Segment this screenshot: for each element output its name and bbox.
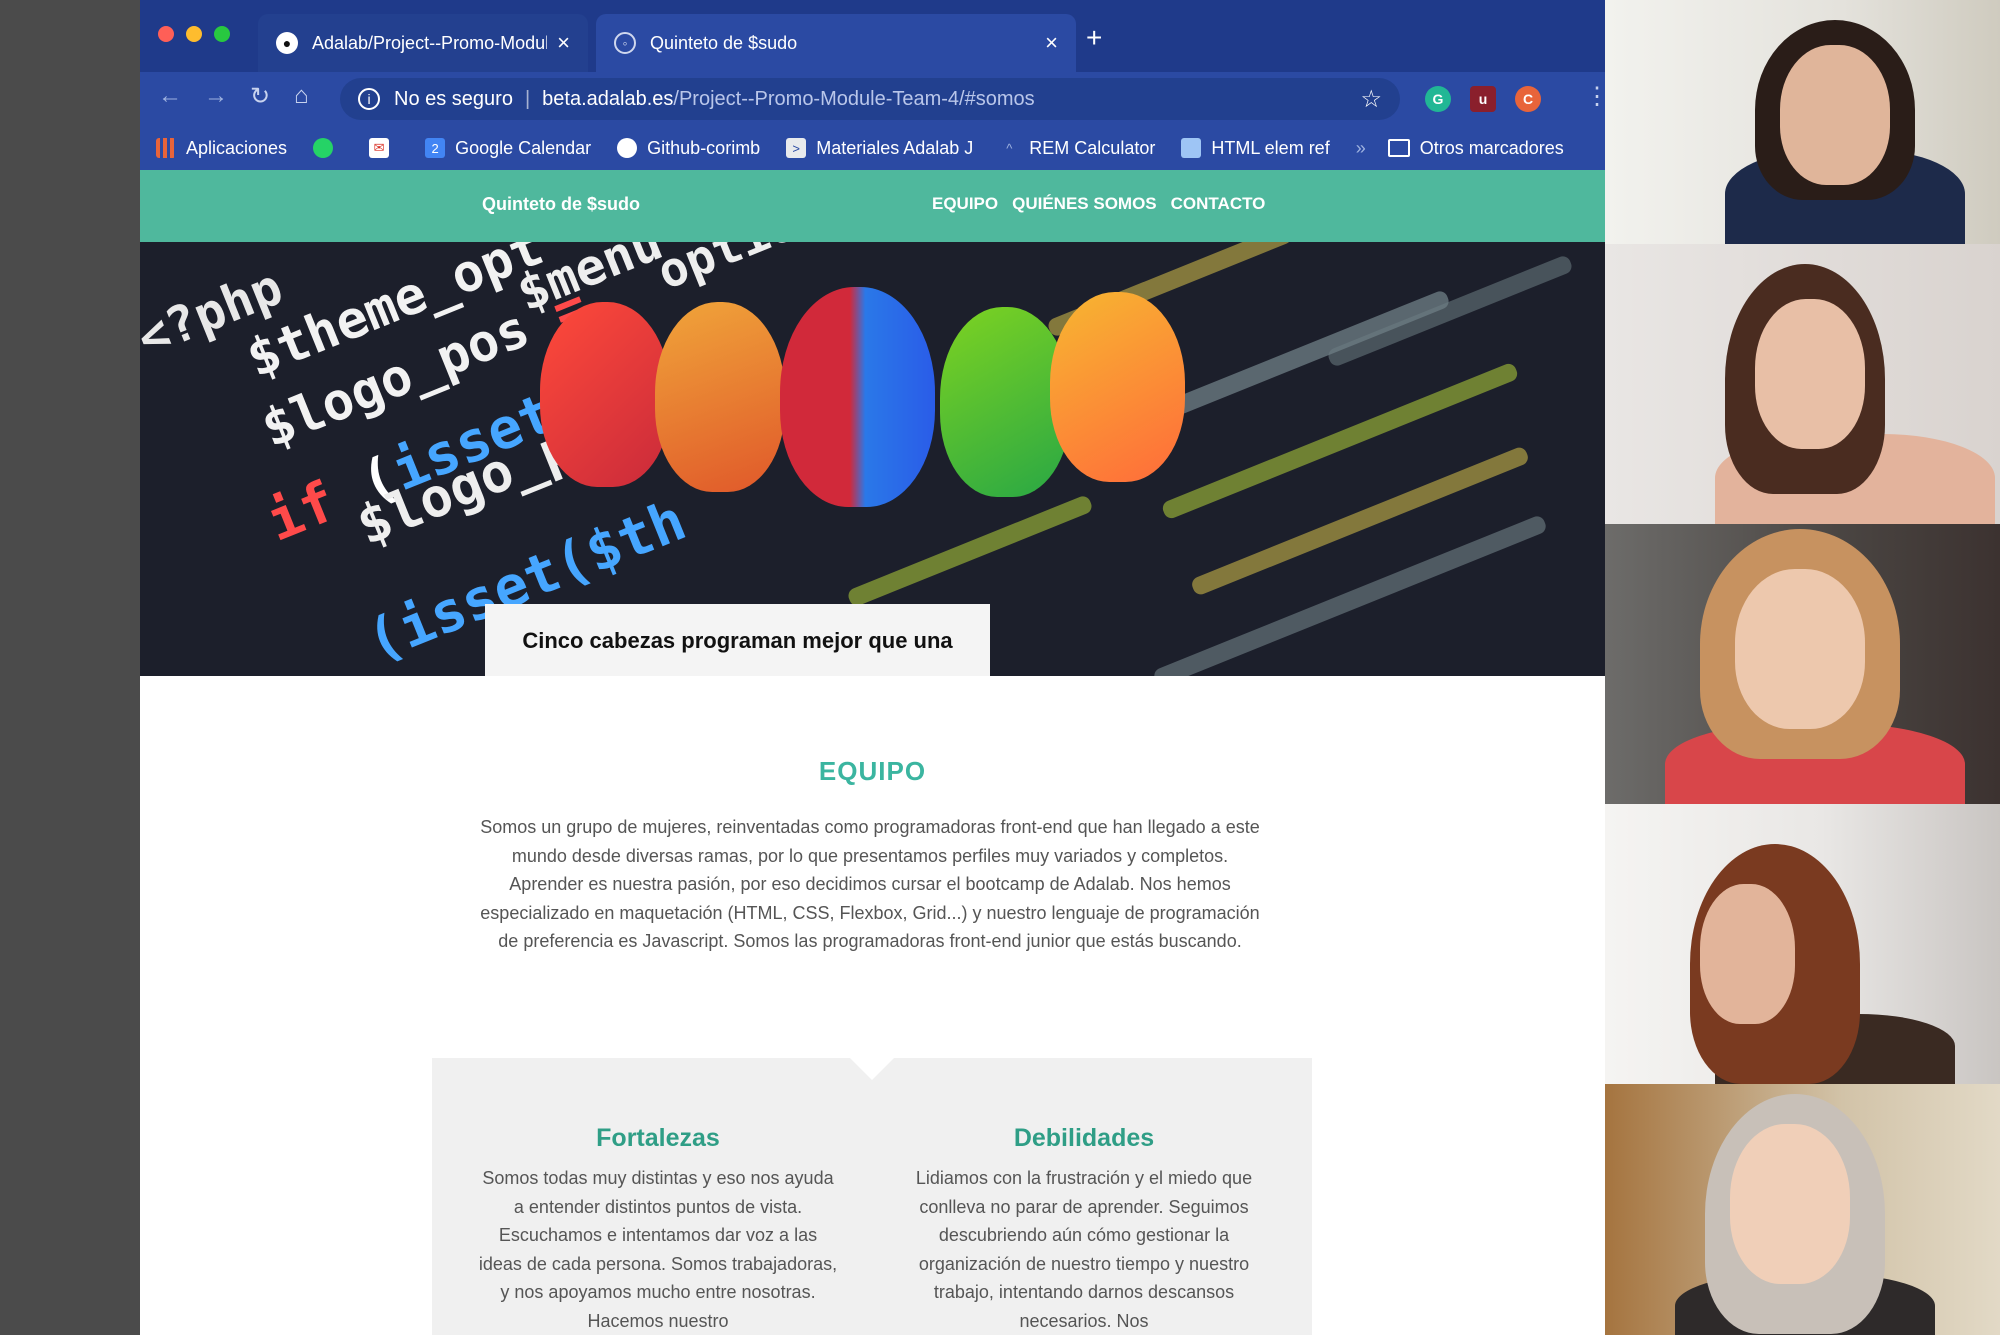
menu-kebab-icon[interactable]: ⋮ bbox=[1585, 82, 1605, 111]
bookmark-other[interactable]: Otros marcadores bbox=[1387, 137, 1564, 159]
new-tab-icon[interactable]: + bbox=[1086, 22, 1102, 54]
apps-icon bbox=[156, 138, 176, 158]
github-icon: ● bbox=[276, 32, 298, 54]
browser-window: ● Adalab/Project--Promo-Modul × ◦ Quinte… bbox=[140, 0, 1605, 1335]
mail-icon: ✉ bbox=[369, 138, 390, 158]
participant-video bbox=[1605, 0, 2000, 244]
bookmark-apps[interactable]: Aplicaciones bbox=[156, 138, 287, 159]
section-title: EQUIPO bbox=[818, 756, 927, 786]
calc-icon: ^ bbox=[1006, 140, 1013, 156]
nav-equipo[interactable]: EQUIPO bbox=[932, 194, 998, 214]
participant-video bbox=[1605, 244, 2000, 524]
browser-toolbar: ← → ↻ ⌂ i No es seguro | beta.adalab.es … bbox=[140, 72, 1605, 126]
hero-blur-line bbox=[1326, 253, 1574, 369]
weaknesses-title: Debilidades bbox=[1013, 1124, 1155, 1152]
bookmark-label: Github-corimb bbox=[647, 137, 761, 158]
profile-avatar[interactable]: C bbox=[1515, 86, 1541, 112]
team-member-face bbox=[540, 302, 670, 487]
participant-video bbox=[1605, 524, 2000, 804]
bookmark-materiales[interactable]: > Materiales Adalab J bbox=[786, 138, 973, 159]
minimize-window-button[interactable] bbox=[186, 26, 202, 42]
bookmark-star-icon[interactable]: ☆ bbox=[1360, 85, 1382, 114]
bookmark-label: HTML elem ref bbox=[1211, 137, 1330, 158]
security-label: No es seguro bbox=[394, 87, 513, 110]
strengths-body: Somos todas muy distintas y eso nos ayud… bbox=[478, 1168, 838, 1331]
strengths-title: Fortalezas bbox=[596, 1124, 720, 1152]
bookmark-label: Otros marcadores bbox=[1419, 137, 1564, 158]
left-gutter bbox=[0, 0, 140, 1335]
hero-caption: Cinco cabezas programan mejor que una bbox=[485, 604, 990, 676]
home-icon[interactable]: ⌂ bbox=[294, 82, 309, 110]
github-icon bbox=[617, 138, 638, 158]
site-nav: EQUIPO QUIÉNES SOMOS CONTACTO bbox=[932, 194, 1265, 214]
participant-video bbox=[1605, 1084, 2000, 1335]
ublock-icon[interactable]: u bbox=[1470, 86, 1496, 112]
html-icon bbox=[1181, 138, 1202, 158]
maximize-window-button[interactable] bbox=[214, 26, 230, 42]
bookmark-whatsapp[interactable] bbox=[313, 138, 343, 158]
strengths-weaknesses-panel: Fortalezas Somos todas muy distintas y e… bbox=[432, 1058, 1312, 1335]
participant-face bbox=[1735, 569, 1865, 729]
address-bar[interactable]: i No es seguro | beta.adalab.es /Project… bbox=[340, 78, 1400, 120]
bookmark-label: Aplicaciones bbox=[186, 137, 288, 158]
close-tab-icon[interactable]: × bbox=[1045, 30, 1058, 56]
globe-icon: ◦ bbox=[614, 32, 636, 54]
bookmarks-bar: Aplicaciones ✉ 2 Google Calendar Github-… bbox=[140, 126, 1605, 170]
url-path: /Project--Promo-Module-Team-4/#somos bbox=[673, 87, 1035, 110]
bookmark-rem[interactable]: ^ REM Calculator bbox=[999, 138, 1155, 159]
close-window-button[interactable] bbox=[158, 26, 174, 42]
participant-face bbox=[1755, 299, 1865, 449]
video-participants bbox=[1605, 0, 2000, 1335]
hero-banner: <?php $theme_opt $logo_pos = if (isset $… bbox=[140, 242, 1605, 676]
bookmark-gmail[interactable]: ✉ bbox=[369, 138, 399, 158]
panel-notch bbox=[850, 1058, 894, 1080]
nav-contacto[interactable]: CONTACTO bbox=[1171, 194, 1266, 214]
tab-strip: ● Adalab/Project--Promo-Modul × ◦ Quinte… bbox=[140, 0, 1605, 72]
tab-github[interactable]: ● Adalab/Project--Promo-Modul × bbox=[258, 14, 588, 72]
reload-icon[interactable]: ↻ bbox=[250, 82, 270, 111]
address-separator: | bbox=[524, 87, 531, 110]
team-member-face bbox=[655, 302, 785, 492]
tab-title: Adalab/Project--Promo-Modul bbox=[312, 32, 548, 53]
info-icon[interactable]: i bbox=[358, 88, 380, 110]
hero-blur-line bbox=[1151, 513, 1549, 676]
hero-blur-line bbox=[846, 493, 1094, 609]
tab-title: Quinteto de $sudo bbox=[650, 32, 798, 53]
bookmark-label: Google Calendar bbox=[455, 137, 592, 158]
back-icon[interactable]: ← bbox=[158, 82, 182, 110]
section-body: Somos un grupo de mujeres, reinventadas … bbox=[480, 817, 1260, 951]
bookmark-calendar[interactable]: 2 Google Calendar bbox=[425, 138, 591, 159]
url-host: beta.adalab.es bbox=[542, 87, 674, 110]
hero-code-decoration: optio bbox=[649, 242, 805, 301]
participant-face bbox=[1780, 45, 1890, 185]
bookmarks-overflow[interactable]: » bbox=[1356, 138, 1366, 159]
weaknesses-body: Lidiamos con la frustración y el miedo q… bbox=[915, 1168, 1253, 1331]
bookmark-github[interactable]: Github-corimb bbox=[617, 138, 760, 159]
close-tab-icon[interactable]: × bbox=[557, 30, 570, 56]
folder-icon bbox=[1387, 139, 1410, 157]
bookmark-label: REM Calculator bbox=[1029, 137, 1156, 158]
doc-icon: > bbox=[786, 138, 807, 158]
forward-icon[interactable]: → bbox=[204, 82, 228, 110]
bookmark-label: Materiales Adalab J bbox=[816, 137, 974, 158]
hero-blur-line bbox=[1189, 445, 1531, 597]
whatsapp-icon bbox=[313, 138, 334, 158]
participant-face bbox=[1700, 884, 1795, 1024]
participant-face bbox=[1730, 1124, 1850, 1284]
calendar-icon: 2 bbox=[425, 138, 446, 158]
nav-quienes-somos[interactable]: QUIÉNES SOMOS bbox=[1012, 194, 1157, 214]
grammarly-icon[interactable]: G bbox=[1425, 86, 1451, 112]
participant-video bbox=[1605, 804, 2000, 1084]
bookmark-html[interactable]: HTML elem ref bbox=[1181, 137, 1330, 159]
site-brand[interactable]: Quinteto de $sudo bbox=[482, 194, 640, 215]
equipo-section: EQUIPO Somos un grupo de mujeres, reinve… bbox=[140, 676, 1605, 1335]
site-header: Quinteto de $sudo EQUIPO QUIÉNES SOMOS C… bbox=[140, 170, 1605, 242]
team-member-face bbox=[1050, 292, 1185, 482]
team-member-face bbox=[780, 287, 935, 507]
tab-quinteto[interactable]: ◦ Quinteto de $sudo × bbox=[596, 14, 1076, 72]
